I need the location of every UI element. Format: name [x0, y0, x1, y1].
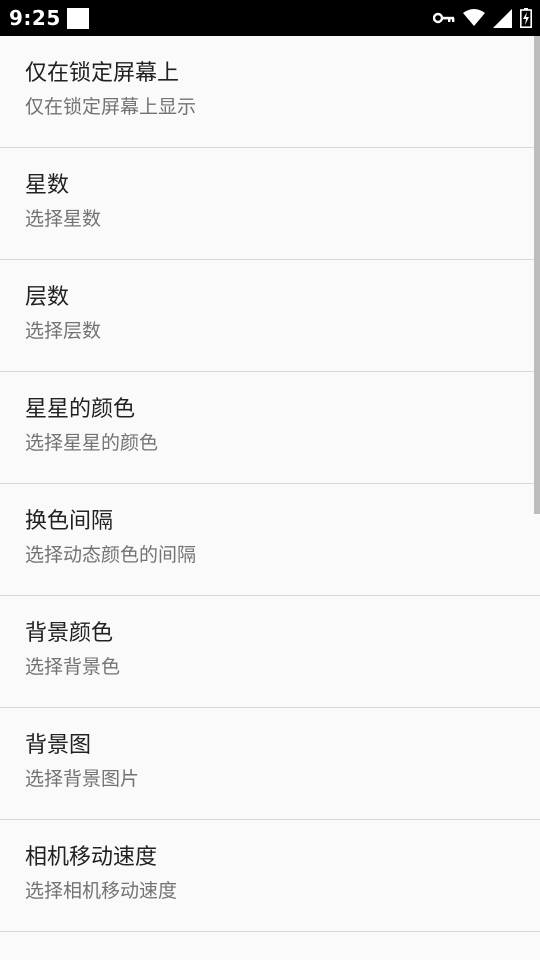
- setting-background-image[interactable]: 背景图 选择背景图片: [0, 708, 540, 820]
- notification-square-icon: [67, 8, 89, 29]
- setting-star-count[interactable]: 星数 选择星数: [0, 148, 540, 260]
- setting-title: 仅在锁定屏幕上: [25, 61, 180, 86]
- setting-title: 星星的颜色: [25, 397, 136, 422]
- setting-camera-speed[interactable]: 相机移动速度 选择相机移动速度: [0, 820, 540, 932]
- setting-subtitle: 选择层数: [25, 320, 102, 342]
- status-icons: [433, 6, 532, 30]
- setting-title: 相机移动速度: [25, 845, 158, 870]
- setting-layer-count[interactable]: 层数 选择层数: [0, 260, 540, 372]
- settings-list[interactable]: 仅在锁定屏幕上 仅在锁定屏幕上显示 星数 选择星数 层数 选择层数 星星的颜色 …: [0, 36, 540, 960]
- status-bar: 9:25: [0, 0, 540, 36]
- status-time: 9:25: [9, 6, 61, 30]
- setting-star-color[interactable]: 星星的颜色 选择星星的颜色: [0, 372, 540, 484]
- setting-subtitle: 选择背景图片: [25, 768, 140, 790]
- wifi-icon: [463, 9, 485, 27]
- scrollbar-thumb[interactable]: [534, 36, 540, 514]
- setting-subtitle: 选择背景色: [25, 656, 121, 678]
- battery-charging-icon: [520, 8, 532, 28]
- setting-subtitle: 选择动态颜色的间隔: [25, 544, 197, 566]
- setting-subtitle: 选择相机移动速度: [25, 880, 178, 902]
- setting-title: 背景图: [25, 733, 92, 758]
- setting-title: 层数: [25, 285, 70, 310]
- setting-title: 换色间隔: [25, 509, 114, 534]
- key-icon: [433, 11, 455, 25]
- setting-title: 星数: [25, 173, 70, 198]
- signal-icon: [493, 8, 512, 28]
- setting-background-color[interactable]: 背景颜色 选择背景色: [0, 596, 540, 708]
- setting-title: 背景颜色: [25, 621, 114, 646]
- setting-lock-screen-only[interactable]: 仅在锁定屏幕上 仅在锁定屏幕上显示: [0, 36, 540, 148]
- setting-subtitle: 选择星数: [25, 208, 102, 230]
- setting-color-interval[interactable]: 换色间隔 选择动态颜色的间隔: [0, 484, 540, 596]
- setting-subtitle: 选择星星的颜色: [25, 432, 159, 454]
- setting-subtitle: 仅在锁定屏幕上显示: [25, 96, 197, 118]
